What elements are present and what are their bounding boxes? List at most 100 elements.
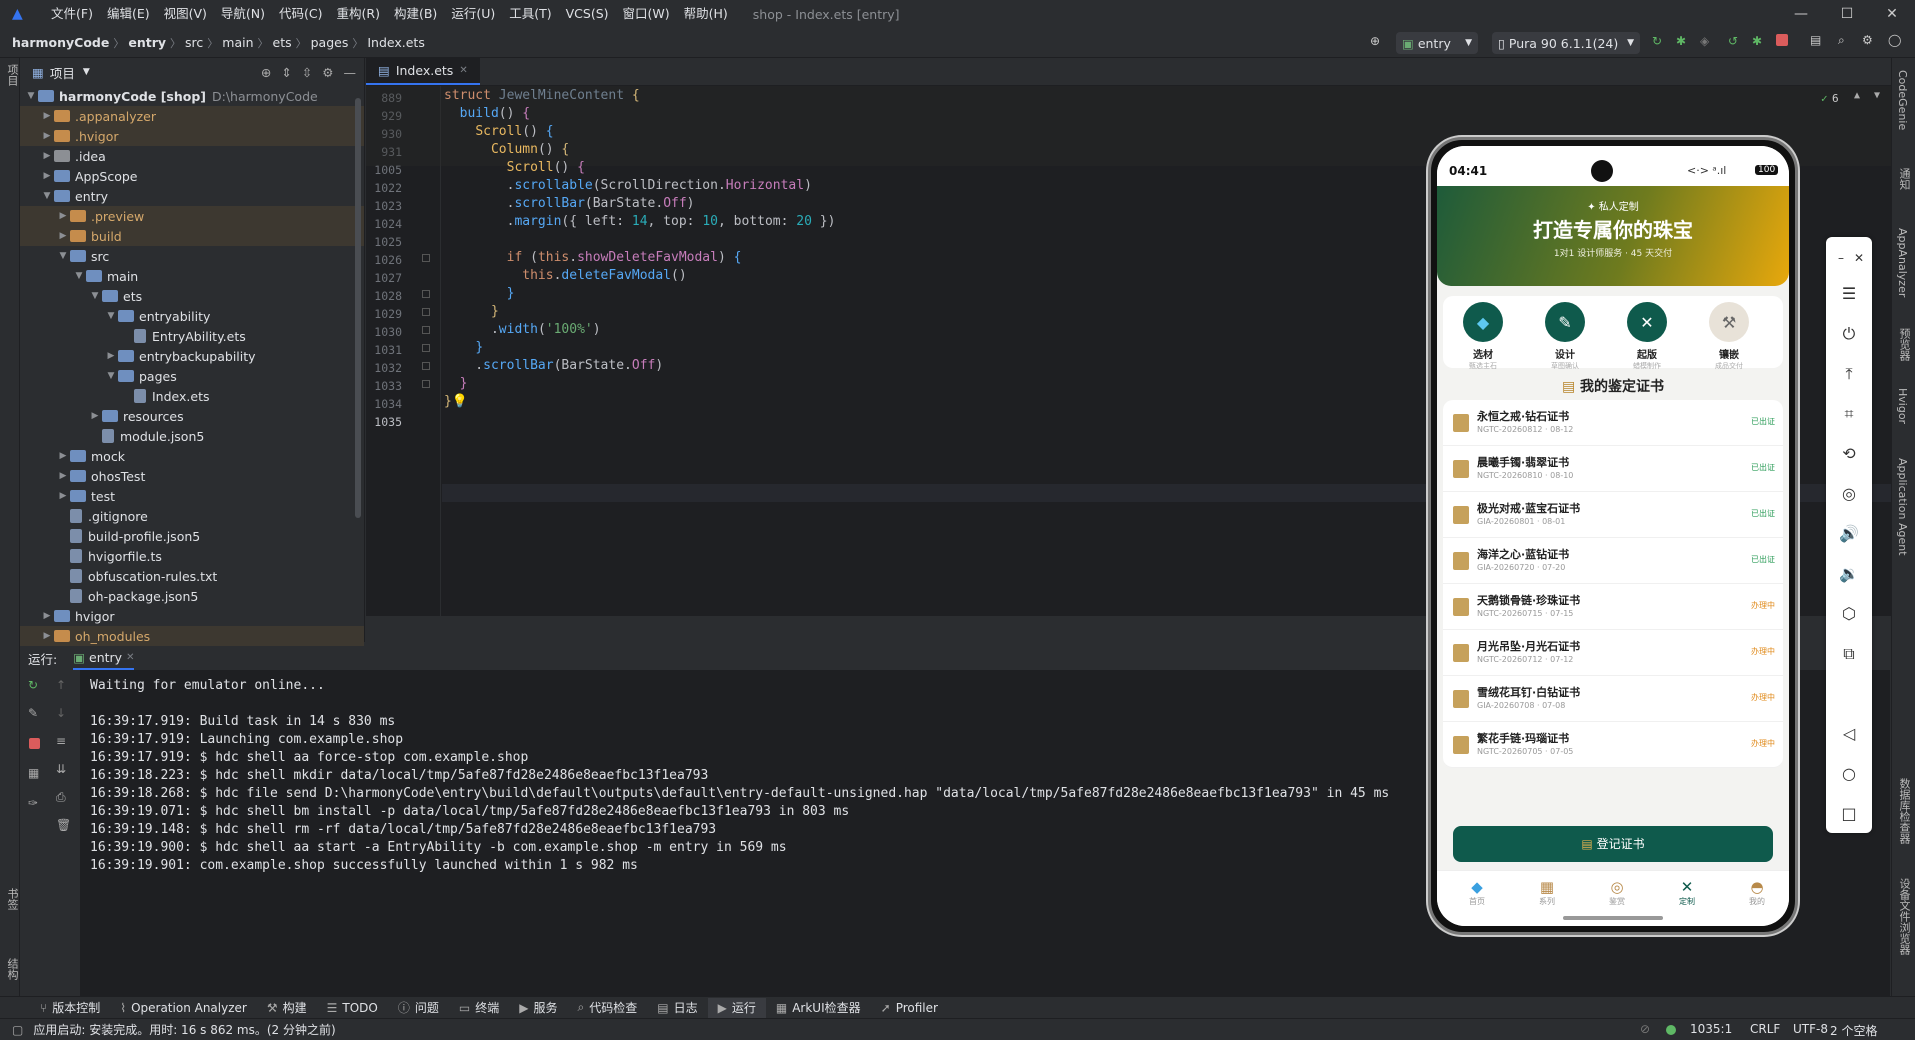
menu-item[interactable]: 重构(R)	[330, 0, 387, 28]
menu-item[interactable]: VCS(S)	[559, 0, 616, 28]
chevron-right-icon[interactable]: ▶	[56, 231, 70, 241]
chevron-right-icon[interactable]: ▶	[104, 351, 118, 361]
close-window-button[interactable]: ✕	[1869, 0, 1915, 28]
phone-tab-0[interactable]: ◆ 首页	[1447, 878, 1507, 907]
breadcrumb-item[interactable]: harmonyCode	[8, 35, 113, 50]
fold-marker-icon[interactable]	[422, 344, 430, 352]
register-certificate-button[interactable]: ▤ 登记证书	[1453, 826, 1773, 862]
location-icon[interactable]: ◎	[1838, 483, 1860, 505]
chevron-right-icon[interactable]: ▶	[56, 211, 70, 221]
pin-icon[interactable]: ✑	[28, 796, 38, 810]
line-separator[interactable]: CRLF	[1750, 1022, 1780, 1036]
volume-up-icon[interactable]: 🔊	[1838, 523, 1860, 545]
home-indicator[interactable]	[1563, 916, 1663, 920]
recents-icon[interactable]: □	[1838, 803, 1860, 825]
phone-tab-1[interactable]: ▦ 系列	[1517, 878, 1577, 907]
chevron-right-icon[interactable]: ▶	[40, 611, 54, 621]
volume-down-icon[interactable]: 🔉	[1838, 563, 1860, 585]
tree-item[interactable]: obfuscation-rules.txt	[20, 566, 364, 586]
rerun-icon[interactable]: ↻	[28, 678, 38, 692]
file-encoding[interactable]: UTF-8	[1793, 1022, 1828, 1036]
device-select[interactable]: ▯ Pura 90 6.1.1(24) ▼	[1492, 32, 1640, 54]
tree-item[interactable]: ▶ oh_modules	[20, 626, 364, 646]
database-inspector-tool-tab[interactable]: 数据库检查器	[1896, 778, 1912, 844]
tree-item[interactable]: ▶ hvigor	[20, 606, 364, 626]
certificate-row[interactable]: 海洋之心·蓝钻证书 GIA-20260720 · 07-20 已出证	[1443, 538, 1783, 584]
application-agent-tool-tab[interactable]: Application Agent	[1896, 458, 1909, 556]
phone-tab-2[interactable]: ◎ 鉴赏	[1587, 878, 1647, 907]
codegenie-tool-tab[interactable]: CodeGenie	[1896, 70, 1909, 130]
soft-wrap-icon[interactable]: ≡	[56, 734, 66, 748]
down-icon[interactable]: ↓	[56, 706, 66, 720]
account-icon[interactable]: ◯	[1888, 33, 1901, 47]
crop-icon[interactable]: ⌗	[1838, 403, 1860, 425]
tree-item[interactable]: ▶ build	[20, 226, 364, 246]
target-icon[interactable]: ⊕	[1370, 34, 1380, 48]
certificate-row[interactable]: 极光对戒·蓝宝石证书 GIA-20260801 · 08-01 已出证	[1443, 492, 1783, 538]
previewer-tool-tab[interactable]: 预览器	[1896, 328, 1912, 361]
bottom-tool-11[interactable]: ➚ Profiler	[871, 1001, 948, 1015]
cursor-position[interactable]: 1035:1	[1690, 1022, 1732, 1036]
scroll-end-icon[interactable]: ⇊	[56, 762, 66, 776]
up-icon[interactable]: ↑	[56, 678, 66, 692]
chevron-down-icon[interactable]: ▼	[1874, 90, 1880, 101]
certificate-row[interactable]: 晨曦手镯·翡翠证书 NGTC-20260810 · 08-10 已出证	[1443, 446, 1783, 492]
tree-item[interactable]: module.json5	[20, 426, 364, 446]
bottom-tool-3[interactable]: ☰ TODO	[317, 1001, 388, 1015]
close-icon[interactable]: ✕	[126, 652, 134, 663]
apply-changes-icon[interactable]: ↺	[1728, 34, 1738, 48]
bottom-tool-2[interactable]: ⚒ 构建	[257, 999, 317, 1016]
tree-item[interactable]: ▶ entrybackupability	[20, 346, 364, 366]
chevron-right-icon[interactable]: ▶	[56, 471, 70, 481]
expand-all-icon[interactable]: ⇕	[281, 65, 291, 80]
project-panel-title[interactable]: 项目	[50, 63, 75, 82]
fold-marker-icon[interactable]	[422, 308, 430, 316]
tree-item[interactable]: EntryAbility.ets	[20, 326, 364, 346]
bookmarks-tool-tab[interactable]: 书签	[4, 888, 20, 910]
device-file-browser-tool-tab[interactable]: 设备文件浏览器	[1896, 878, 1912, 955]
bottom-tool-8[interactable]: ▤ 日志	[647, 999, 707, 1016]
tree-item[interactable]: hvigorfile.ts	[20, 546, 364, 566]
menu-item[interactable]: 工具(T)	[502, 0, 558, 28]
tree-item[interactable]: ▶ mock	[20, 446, 364, 466]
service-step[interactable]: ✎ 设计 草图确认	[1535, 302, 1595, 371]
profile-icon[interactable]: ✱	[1752, 34, 1762, 48]
status-toggle-icon[interactable]: ▢	[12, 1023, 23, 1037]
tree-item[interactable]: ▶ .idea	[20, 146, 364, 166]
chevron-right-icon[interactable]: ▶	[40, 111, 54, 121]
tree-item[interactable]: oh-package.json5	[20, 586, 364, 606]
rerun-icon[interactable]: ↻	[1652, 34, 1662, 48]
bottom-tool-4[interactable]: ⓘ 问题	[388, 999, 449, 1016]
chevron-down-icon[interactable]: ▼	[24, 91, 38, 101]
menu-item[interactable]: 代码(C)	[272, 0, 329, 28]
breadcrumb-item[interactable]: ets	[269, 35, 296, 50]
certificate-row[interactable]: 天鹅锁骨链·珍珠证书 NGTC-20260715 · 07-15 办理中	[1443, 584, 1783, 630]
breadcrumb-item[interactable]: Index.ets	[363, 35, 429, 50]
chevron-down-icon[interactable]: ▼	[104, 311, 118, 321]
tree-item[interactable]: ▶ .hvigor	[20, 126, 364, 146]
status-message[interactable]: 应用启动: 安装完成。用时: 16 s 862 ms。(2 分钟之前)	[33, 1021, 335, 1038]
tree-item[interactable]: ▶ test	[20, 486, 364, 506]
run-tab-entry[interactable]: ▣ entry ✕	[73, 646, 135, 670]
breadcrumb-item[interactable]: pages	[307, 35, 353, 50]
inspection-ok-icon[interactable]: ✓	[1821, 92, 1828, 105]
chevron-down-icon[interactable]: ▼	[88, 291, 102, 301]
bottom-tool-10[interactable]: ▦ ArkUI检查器	[766, 999, 871, 1016]
fold-marker-icon[interactable]	[422, 290, 430, 298]
print-icon[interactable]: ⎙	[56, 790, 66, 805]
tree-item[interactable]: .gitignore	[20, 506, 364, 526]
fold-marker-icon[interactable]	[422, 326, 430, 334]
tab-index-ets[interactable]: ▤ Index.ets ✕	[366, 57, 480, 85]
appanalyzer-tool-tab[interactable]: AppAnalyzer	[1896, 228, 1909, 297]
close-icon[interactable]: ✕	[459, 65, 467, 76]
rotate-icon[interactable]: ⟲	[1838, 443, 1860, 465]
certificate-row[interactable]: 永恒之戒·钻石证书 NGTC-20260812 · 08-12 已出证	[1443, 400, 1783, 446]
menu-item[interactable]: 编辑(E)	[100, 0, 157, 28]
back-icon[interactable]: ◁	[1838, 723, 1860, 745]
chevron-right-icon[interactable]: ▶	[40, 631, 54, 641]
tree-item[interactable]: ▼ entryability	[20, 306, 364, 326]
tree-item[interactable]: ▼ main	[20, 266, 364, 286]
tree-item[interactable]: Index.ets	[20, 386, 364, 406]
tree-item[interactable]: ▼ pages	[20, 366, 364, 386]
gear-icon[interactable]: ⚙	[322, 65, 333, 80]
